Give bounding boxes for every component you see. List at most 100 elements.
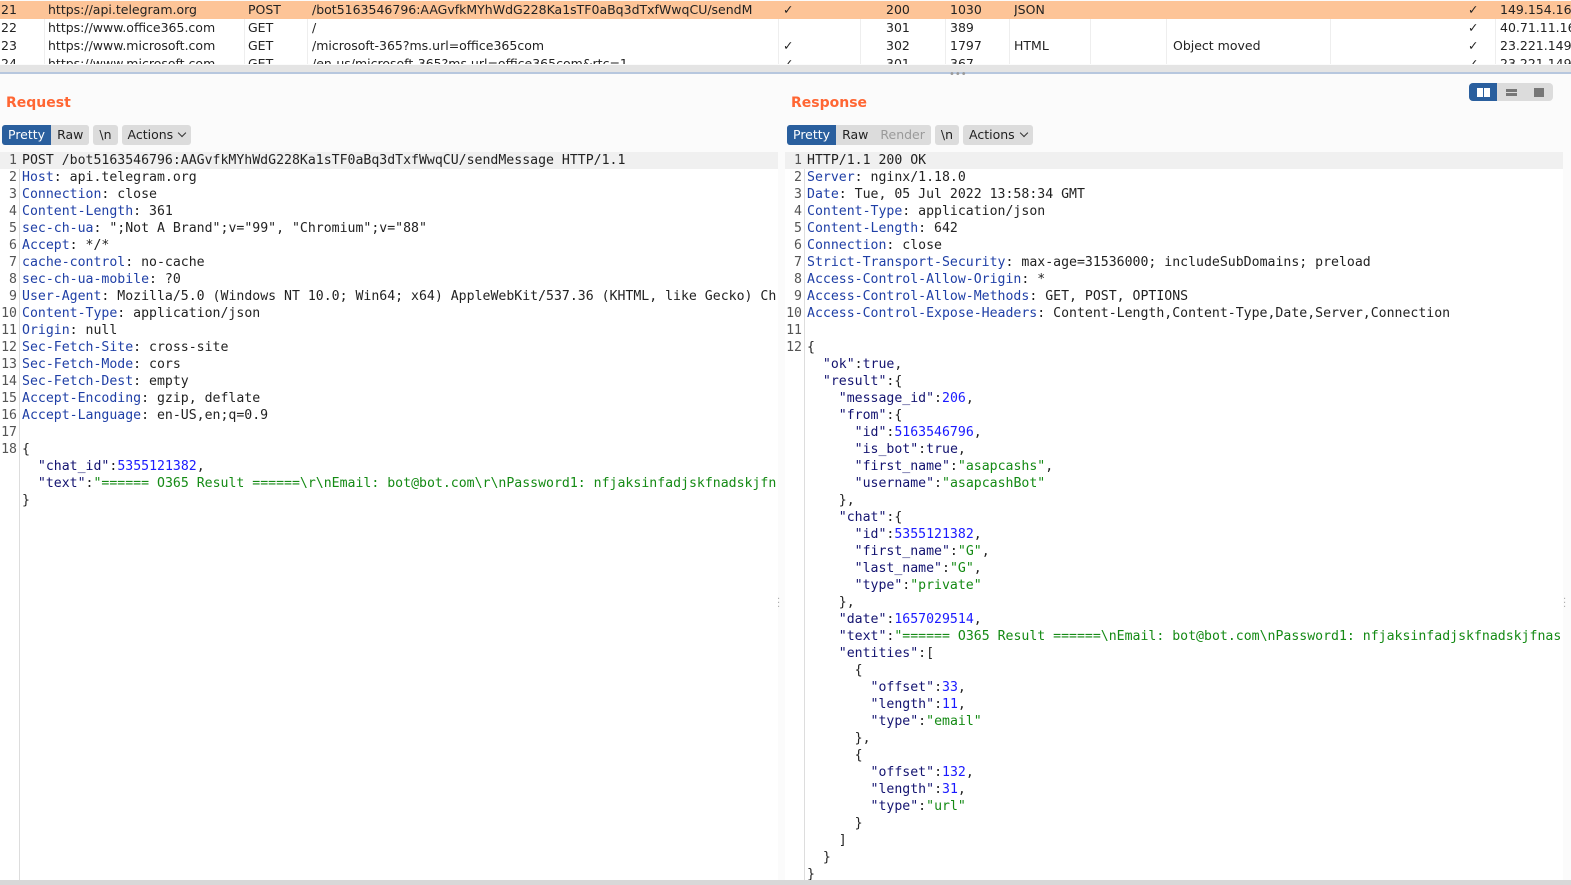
code-text: "first_name":"asapcashs", — [807, 458, 1563, 475]
token-k: Origin — [22, 323, 70, 338]
code-line: } — [785, 815, 1563, 832]
cell-url: /bot5163546796:AAGvfkMYhWdG228Ka1sTF0aBq… — [312, 2, 752, 17]
code-line: "type":"email" — [785, 713, 1563, 730]
actions-dropdown[interactable]: Actions — [121, 125, 192, 145]
cell-host: https://api.telegram.org — [48, 2, 197, 17]
response-title: Response — [791, 95, 868, 111]
token-p: , — [957, 697, 966, 712]
token-k: cache-control — [22, 255, 126, 270]
raw-button[interactable]: Raw — [51, 125, 90, 145]
line-number: 11 — [786, 323, 802, 338]
code-text: "is_bot":true, — [807, 441, 1563, 458]
cell-host: https://www.microsoft.com — [48, 38, 216, 53]
line-number: 1 — [9, 153, 17, 168]
raw-button[interactable]: Raw — [836, 125, 875, 145]
pane-splitter[interactable] — [0, 72, 1571, 74]
table-row[interactable]: 23 https://www.microsoft.com GET/microsoft… — [0, 37, 1571, 55]
token-p: : — [949, 544, 958, 559]
code-text: Host: api.telegram.org — [22, 169, 778, 186]
response-panel: Response Pretty Raw Render \n Actions 1H… — [785, 75, 1563, 885]
token-v: : empty — [133, 374, 189, 389]
newline-toggle-button[interactable]: \n — [93, 125, 118, 145]
code-text: Accept-Language: en-US,en;q=0.9 — [22, 407, 778, 424]
side-by-side-icon[interactable] — [1469, 83, 1497, 101]
token-v: : close — [101, 187, 157, 202]
line-number: 18 — [1, 442, 17, 457]
token-v: : nginx/1.18.0 — [854, 170, 966, 185]
token-k: Strict-Transport-Security — [807, 255, 1006, 270]
token-p: }, — [807, 493, 855, 508]
token-js: "email" — [926, 714, 982, 729]
code-line: 16 Accept-Language: en-US,en;q=0.9 — [0, 407, 778, 424]
code-line: 4 Content-Length: 361 — [0, 203, 778, 220]
request-editor[interactable]: 1 POST /bot5163546796:AAGvfkMYhWdG228Ka1s… — [0, 152, 778, 885]
code-line: 13 Sec-Fetch-Mode: cors — [0, 356, 778, 373]
code-line: "result":{ — [785, 373, 1563, 390]
token-k: Sec-Fetch-Site — [22, 340, 134, 355]
token-p — [807, 765, 871, 780]
token-v: : en-US,en;q=0.9 — [141, 408, 269, 423]
code-text: "chat":{ — [807, 509, 1563, 526]
cell-length: 389 — [950, 20, 974, 35]
token-p: : — [934, 765, 943, 780]
token-v: : api.telegram.org — [53, 170, 197, 185]
stacked-icon[interactable] — [1497, 83, 1525, 101]
code-text: "message_id":206, — [807, 390, 1563, 407]
line-number: 16 — [1, 408, 17, 423]
token-p: , — [965, 391, 974, 406]
cell-num: 23 — [1, 38, 17, 53]
code-line: "offset":132, — [785, 764, 1563, 781]
code-line: 10 Content-Type: application/json — [0, 305, 778, 322]
token-jn: 206 — [942, 391, 966, 406]
panel-grip-icon[interactable]: · · · — [1563, 595, 1567, 613]
response-editor[interactable]: 1 HTTP/1.1 200 OK 2 Server: nginx/1.18.0 3 Da… — [785, 152, 1563, 885]
table-row[interactable]: 24 https://www.microsoft.com GET/en-us/mic… — [0, 55, 1571, 64]
token-p — [22, 459, 38, 474]
token-p: , — [973, 527, 982, 542]
panel-divider-grip-icon[interactable]: · · · — [777, 595, 781, 613]
cell-status: 301 — [886, 20, 910, 35]
token-p: : — [854, 357, 863, 372]
cell-mime: JSON — [1014, 2, 1045, 17]
token-p — [807, 459, 855, 474]
status-bar — [0, 880, 1571, 885]
token-jk: "type" — [870, 799, 919, 814]
token-p: , — [1045, 459, 1054, 474]
line-number: 8 — [794, 272, 802, 287]
code-text: "chat_id":5355121382, — [22, 458, 778, 475]
code-text: { — [807, 747, 1563, 764]
code-text: Connection: close — [807, 237, 1563, 254]
token-jk: "offset" — [870, 680, 935, 695]
token-p — [807, 680, 871, 695]
single-pane-icon[interactable] — [1525, 83, 1553, 101]
line-number: 10 — [1, 306, 17, 321]
horizontal-scrollbar[interactable] — [0, 65, 1571, 72]
code-line: 4 Content-Type: application/json — [785, 203, 1563, 220]
code-line: "message_id":206, — [785, 390, 1563, 407]
token-p: , — [973, 612, 982, 627]
cell-num: 24 — [1, 56, 17, 64]
table-row[interactable]: 22 https://www.office365.com GET / 301 389 ✓ 40… — [0, 19, 1571, 37]
token-p: : — [918, 442, 927, 457]
cell-tls: ✓ — [1468, 20, 1479, 35]
token-v: : application/json — [117, 306, 261, 321]
newline-toggle-button[interactable]: \n — [934, 125, 960, 145]
table-row[interactable]: 21 https://api.telegram.org POST/bot516354… — [0, 1, 1571, 19]
pretty-button[interactable]: Pretty — [2, 125, 52, 145]
token-p — [807, 799, 871, 814]
actions-dropdown[interactable]: Actions — [963, 125, 1033, 145]
render-button[interactable]: Render — [874, 125, 931, 145]
pretty-button[interactable]: Pretty — [787, 125, 837, 145]
proxy-history-table[interactable]: 21 https://api.telegram.org POST/bot516354… — [0, 1, 1571, 64]
token-v: : application/json — [902, 204, 1046, 219]
code-line: "first_name":"asapcashs", — [785, 458, 1563, 475]
token-v: : Content-Length,Content-Type,Date,Serve… — [1037, 306, 1451, 321]
token-v: POST /bot5163546796:AAGvfkMYhWdG228Ka1sT… — [22, 153, 626, 168]
code-line: 11 — [785, 322, 1563, 339]
code-line: 5 sec-ch-ua: ";Not A Brand";v="99", "Chro… — [0, 220, 778, 237]
code-line: "username":"asapcashBot" — [785, 475, 1563, 492]
token-p: } — [807, 850, 831, 865]
token-p — [807, 442, 855, 457]
line-number: 6 — [9, 238, 17, 253]
token-js: "====== O365 Result ======\nEmail: bot@b… — [894, 629, 1562, 644]
